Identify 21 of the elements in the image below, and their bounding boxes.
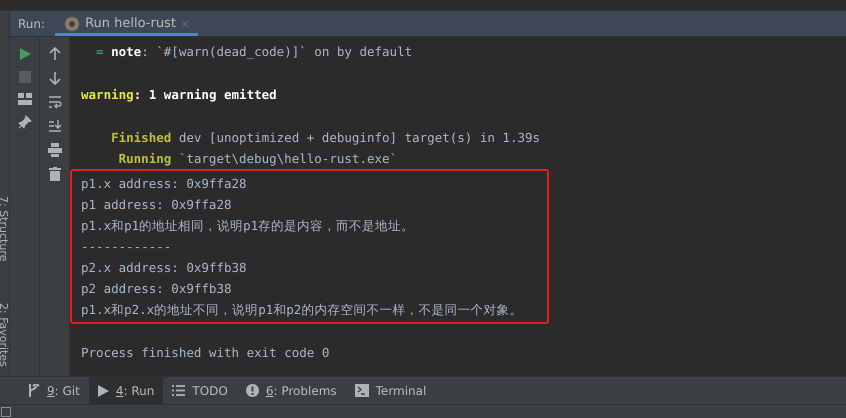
side-tool-label[interactable]: 7: Structure [0, 196, 9, 262]
tool-window-tab[interactable]: 4: Run [88, 377, 164, 404]
output-line: ------------ [81, 239, 172, 254]
output-line: p2.x address: 0x9ffb38 [81, 260, 247, 275]
tool-window-tab[interactable]: TODO [163, 377, 237, 404]
panel-label: Run: [17, 16, 46, 30]
exit-message: Process finished with exit code 0 [81, 345, 330, 360]
output-line: p1.x address: 0x9ffa28 [81, 176, 247, 191]
tool-window-tab[interactable]: 6: Problems [236, 377, 346, 404]
console-line: Finished dev [unoptimized + debuginfo] target(s) in 1.39s [110, 130, 540, 145]
output-line: p1.x和p1的地址相同，说明p1存的是内容，而不是地址。 [81, 218, 414, 233]
run-tab[interactable]: Run hello-rust [55, 11, 198, 36]
side-tool-label[interactable]: 2: Favorites [0, 303, 9, 367]
output-line: p1 address: 0x9ffa28 [81, 197, 232, 212]
console-line: = note: `#[warn(dead_code)]` on by default [96, 44, 412, 59]
console-line: Running `target\debug\hello-rust.exe` [118, 151, 398, 166]
tool-window-tab[interactable]: 9: Git [18, 377, 89, 404]
output-line: p2 address: 0x9ffb38 [81, 281, 232, 296]
tool-window-tab[interactable]: Terminal [346, 377, 436, 404]
output-line: p1.x和p2.x的地址不同，说明p1和p2的内存空间不一样，不是同一个对象。 [81, 302, 522, 317]
console-line: warning: 1 warning emitted [81, 87, 277, 102]
